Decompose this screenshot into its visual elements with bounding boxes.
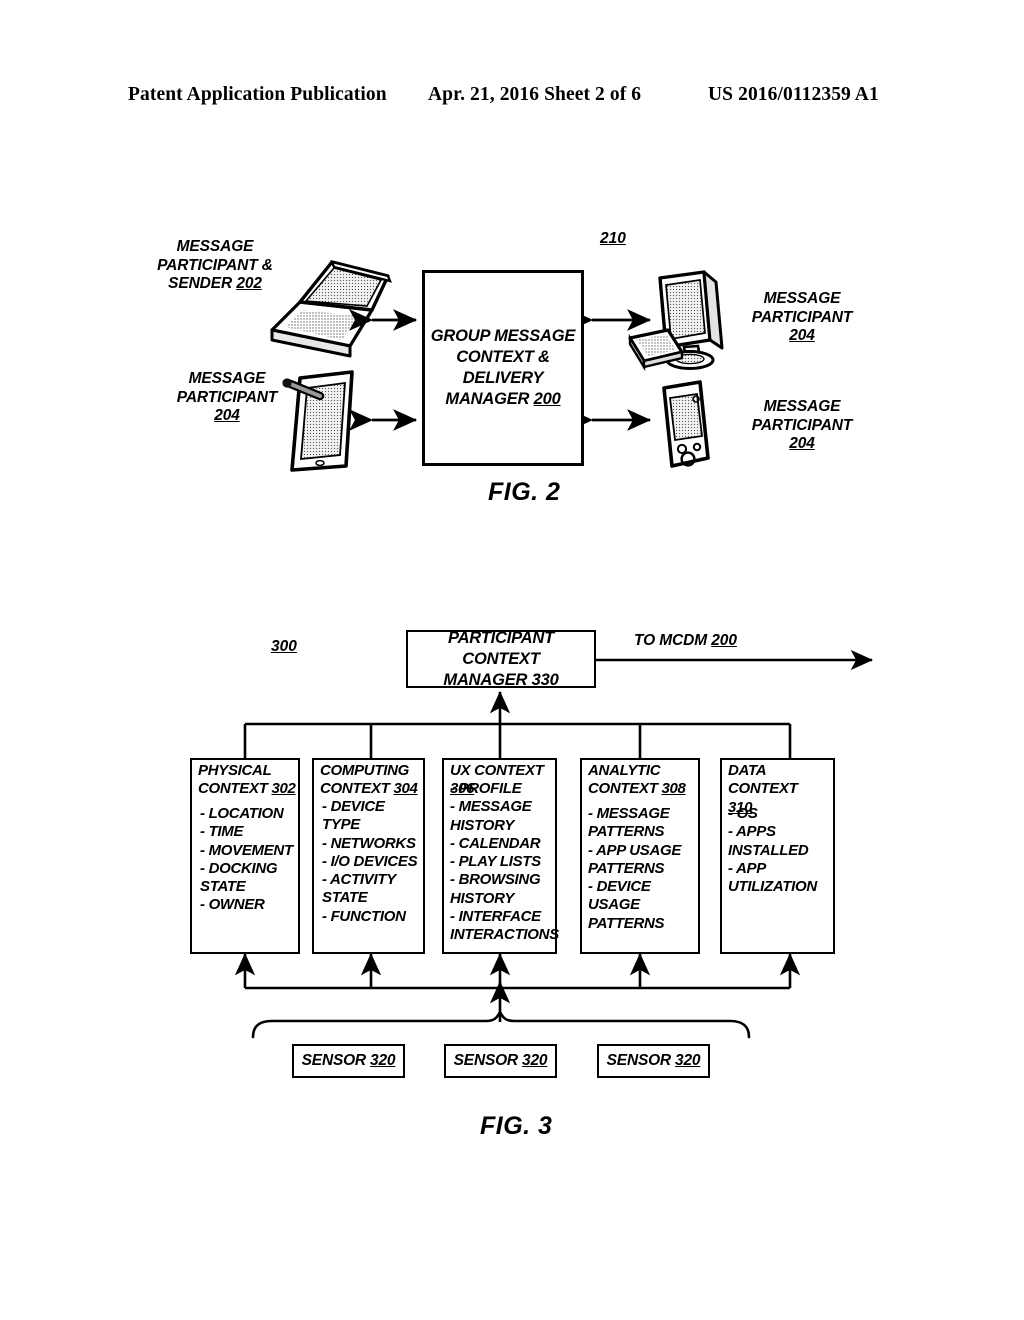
upper-context-bus [243,690,792,758]
lower-sensor-bus [234,952,801,1022]
group-message-context-delivery-manager-box: GROUP MESSAGE CONTEXT & DELIVERY MANAGER 20… [422,270,584,466]
publication-date-sheet-label: Apr. 21, 2016 Sheet 2 of 6 [428,84,642,105]
sensor-box-2: SENSOR 320 [444,1044,557,1078]
page-header: Patent Application Publication Apr. 21, … [0,84,1024,114]
label-message-participant-sender-202: MESSAGE PARTICIPANT & SENDER 202 [157,238,273,292]
desktop-monitor-keyboard-icon [628,270,724,372]
participant-context-manager-text: PARTICIPANT CONTEXT MANAGER 330 [443,628,559,689]
participant-context-manager-box: PARTICIPANT CONTEXT MANAGER 330 [406,628,596,689]
pda-phone-icon [662,380,710,468]
computing-context-title: COMPUTING CONTEXT 304 [320,762,418,798]
sensor-box-2-text: SENSOR 320 [453,1052,548,1069]
analytic-context-items: - MESSAGE PATTERNS - APP USAGE PATTERNS … [588,805,682,932]
gmcdm-box-text: GROUP MESSAGE CONTEXT & DELIVERY MANAGER 20… [430,327,576,408]
label-message-participant-204-top-right: MESSAGE PARTICIPANT 204 [751,290,853,344]
system-ref-210: 210 [600,230,626,247]
computing-context-items: - DEVICE TYPE - NETWORKS - I/O DEVICES -… [322,798,418,925]
analytic-context-title: ANALYTIC CONTEXT 308 [588,762,686,798]
figure-2-caption: FIG. 2 [488,478,561,506]
publication-type-label: Patent Application Publication [128,84,387,105]
data-context-items: - OS - APPS INSTALLED - APP UTILIZATION [728,805,817,896]
system-ref-300: 300 [271,638,297,655]
publication-number-label: US 2016/0112359 A1 [708,84,879,105]
physical-context-items: - LOCATION - TIME - MOVEMENT - DOCKING S… [200,805,293,914]
label-message-participant-204-bottom-right: MESSAGE PARTICIPANT 204 [751,398,853,452]
sensor-box-3: SENSOR 320 [597,1044,710,1078]
to-mcdm-label: TO MCDM 200 [634,632,737,649]
physical-context-title: PHYSICAL CONTEXT 302 [198,762,296,798]
sensor-box-1-text: SENSOR 320 [301,1052,396,1069]
sensor-box-1: SENSOR 320 [292,1044,405,1078]
ux-context-items: - PROFILE - MESSAGE HISTORY - CALENDAR -… [450,780,559,944]
label-message-participant-204-left: MESSAGE PARTICIPANT 204 [176,370,278,424]
figure-3-caption: FIG. 3 [480,1112,553,1140]
sensor-group-brace [251,1009,751,1039]
sensor-box-3-text: SENSOR 320 [606,1052,701,1069]
